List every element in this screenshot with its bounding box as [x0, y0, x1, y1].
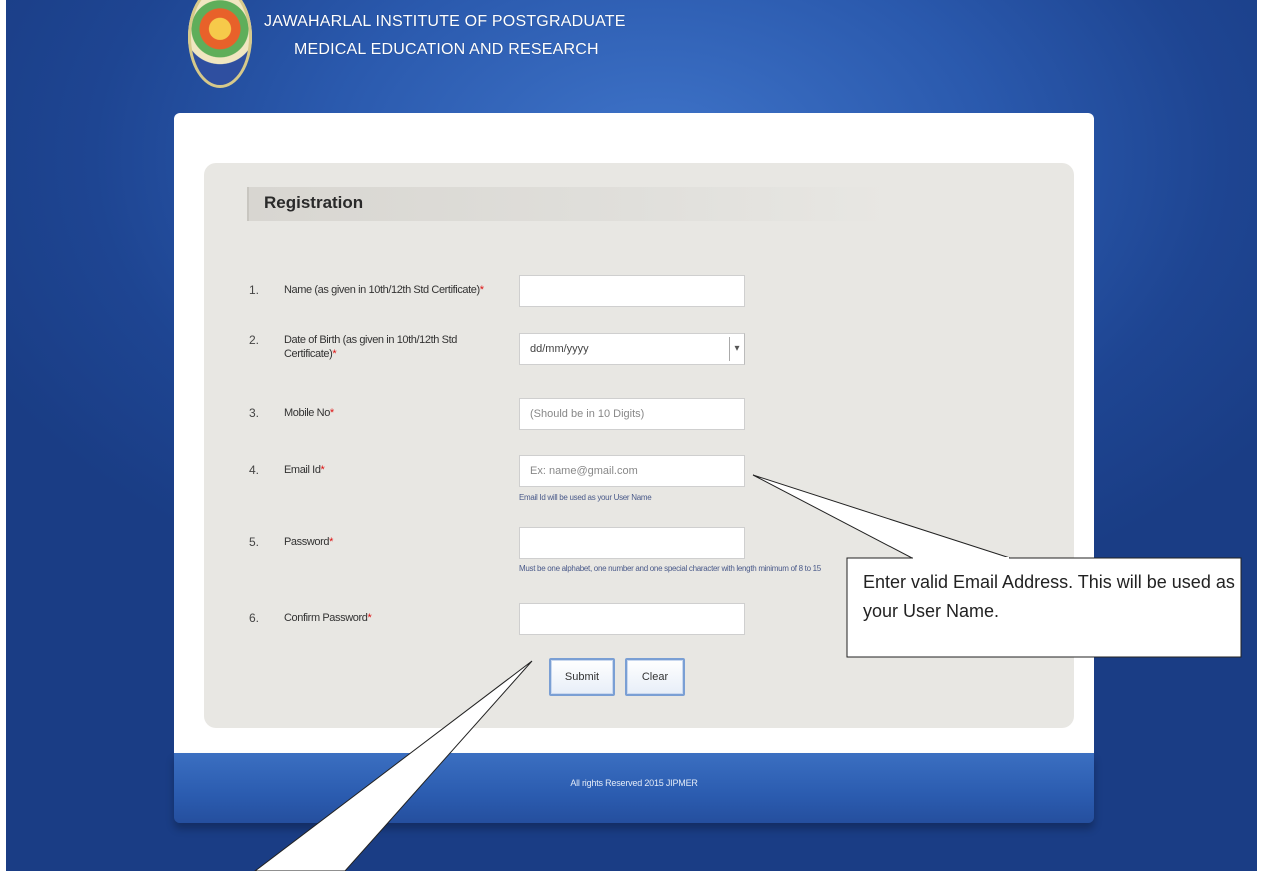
dob-select[interactable]: dd/mm/yyyy ▾ [519, 333, 745, 365]
name-label: Name (as given in 10th/12th Std Certific… [284, 283, 484, 297]
confirm-password-label-text: Confirm Password [284, 612, 368, 624]
field-number: 2. [249, 333, 260, 347]
email-callout-text: Enter valid Email Address. This will be … [863, 572, 1235, 621]
password-label: Password* [284, 535, 484, 549]
mobile-input[interactable]: (Should be in 10 Digits) [519, 398, 745, 430]
field-number: 5. [249, 535, 260, 549]
dob-label-text: Date of Birth (as given in 10th/12th Std… [284, 334, 457, 360]
required-mark: * [329, 407, 334, 419]
registration-card: Registration 1. Name (as given in 10th/1… [174, 113, 1094, 823]
mobile-label-text: Mobile No [284, 407, 330, 419]
password-input[interactable] [519, 527, 745, 559]
email-label-text: Email Id [284, 464, 321, 476]
email-hint: Email Id will be used as your User Name [519, 493, 652, 502]
required-mark: * [320, 464, 325, 476]
field-number: 1. [249, 283, 260, 297]
dob-label: Date of Birth (as given in 10th/12th Std… [284, 333, 474, 361]
password-label-text: Password [284, 536, 330, 548]
required-mark: * [332, 348, 337, 360]
required-mark: * [367, 612, 372, 624]
registration-title: Registration [264, 193, 364, 212]
email-input[interactable]: Ex: name@gmail.com [519, 455, 745, 487]
dob-value: dd/mm/yyyy [530, 343, 589, 355]
email-label: Email Id* [284, 463, 484, 477]
name-label-text: Name (as given in 10th/12th Std Certific… [284, 284, 480, 296]
name-input[interactable] [519, 275, 745, 307]
submit-button[interactable]: Submit [549, 658, 615, 696]
field-number: 4. [249, 463, 260, 477]
required-mark: * [479, 284, 484, 296]
institute-name: JAWAHARLAL INSTITUTE OF POSTGRADUATE MED… [264, 8, 626, 64]
password-hint: Must be one alphabet, one number and one… [519, 564, 821, 573]
institute-emblem-icon [188, 0, 252, 88]
institute-name-line2: MEDICAL EDUCATION AND RESEARCH [294, 41, 599, 58]
required-mark: * [329, 536, 333, 548]
mobile-label: Mobile No* [284, 406, 484, 420]
footer: All rights Reserved 2015 JIPMER [174, 753, 1094, 823]
institute-name-line1: JAWAHARLAL INSTITUTE OF POSTGRADUATE [264, 13, 626, 30]
browser-viewport: JAWAHARLAL INSTITUTE OF POSTGRADUATE MED… [6, 0, 1257, 871]
confirm-password-label: Confirm Password* [284, 611, 484, 625]
confirm-password-input[interactable] [519, 603, 745, 635]
field-number: 3. [249, 406, 260, 420]
field-number: 6. [249, 611, 260, 625]
footer-copyright: All rights Reserved 2015 JIPMER [570, 778, 698, 788]
clear-button[interactable]: Clear [625, 658, 685, 696]
registration-header: Registration [247, 187, 889, 221]
dropdown-arrow-icon[interactable]: ▾ [729, 337, 744, 361]
